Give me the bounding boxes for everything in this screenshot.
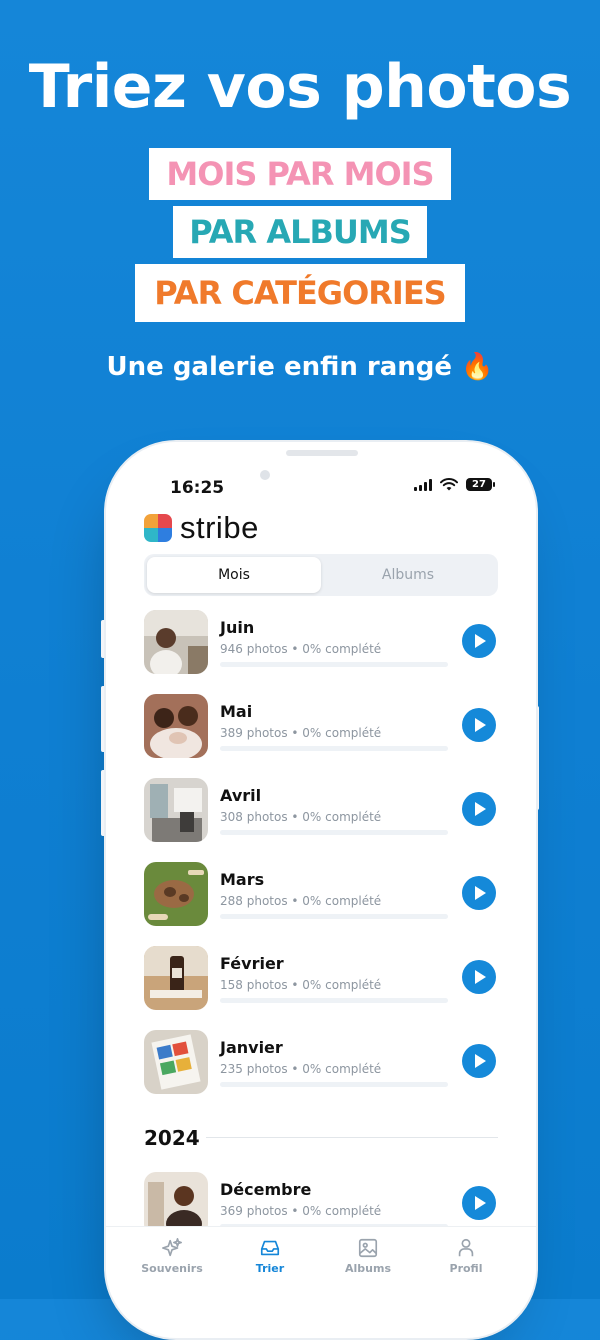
bottom-tab-bar: Souvenirs Trier Albums Profil xyxy=(106,1226,536,1297)
play-button[interactable] xyxy=(462,624,496,658)
month-thumbnail xyxy=(144,610,208,674)
stribe-logo-icon xyxy=(144,514,172,542)
month-row-avril[interactable]: Avril 308 photos • 0% complété xyxy=(106,774,536,858)
month-thumbnail xyxy=(144,1030,208,1094)
month-row-juin[interactable]: Juin 946 photos • 0% complété xyxy=(106,606,536,690)
promo-pill-month: MOIS PAR MOIS xyxy=(149,148,451,200)
month-title: Mars xyxy=(220,870,265,889)
promo-pill-categories: PAR CATÉGORIES xyxy=(135,264,465,322)
month-row-mars[interactable]: Mars 288 photos • 0% complété xyxy=(106,858,536,942)
battery-indicator: 27 xyxy=(466,478,495,491)
segment-mois[interactable]: Mois xyxy=(147,557,321,593)
promo-tagline: Une galerie enfin rangé 🔥 xyxy=(106,352,494,382)
play-button[interactable] xyxy=(462,1044,496,1078)
inbox-icon xyxy=(260,1240,280,1256)
tab-label: Profil xyxy=(449,1262,483,1275)
play-button[interactable] xyxy=(462,792,496,826)
tab-trier[interactable]: Trier xyxy=(222,1237,318,1275)
month-progress-bar xyxy=(220,746,448,751)
tab-label: Trier xyxy=(255,1262,285,1275)
month-title: Janvier xyxy=(220,1038,283,1057)
month-progress-bar xyxy=(220,662,448,667)
month-progress-bar xyxy=(220,830,448,835)
month-meta: 235 photos • 0% complété xyxy=(220,1062,382,1076)
status-time: 16:25 xyxy=(170,478,225,498)
wifi-icon xyxy=(440,478,458,491)
month-title: Février xyxy=(220,954,284,973)
sparkles-icon xyxy=(162,1238,182,1257)
month-meta: 946 photos • 0% complété xyxy=(220,642,382,656)
play-button[interactable] xyxy=(462,876,496,910)
month-progress-bar xyxy=(220,1082,448,1087)
tab-profil[interactable]: Profil xyxy=(418,1237,514,1275)
month-meta: 389 photos • 0% complété xyxy=(220,726,382,740)
month-thumbnail xyxy=(144,694,208,758)
month-meta: 158 photos • 0% complété xyxy=(220,978,382,992)
month-thumbnail xyxy=(144,778,208,842)
month-title: Avril xyxy=(220,786,262,805)
promo-pill-albums: PAR ALBUMS xyxy=(173,206,427,258)
phone-camera xyxy=(260,470,270,480)
signal-icon xyxy=(414,478,432,491)
month-title: Mai xyxy=(220,702,253,721)
tab-albums[interactable]: Albums xyxy=(320,1237,416,1275)
status-indicators: 27 xyxy=(414,478,495,491)
year-divider: 2024 xyxy=(144,1122,498,1152)
tab-label: Souvenirs xyxy=(141,1262,203,1275)
month-title: Décembre xyxy=(220,1180,312,1199)
year-label: 2024 xyxy=(144,1126,200,1150)
segment-albums[interactable]: Albums xyxy=(321,557,495,593)
month-progress-bar xyxy=(220,998,448,1003)
month-row-janvier[interactable]: Janvier 235 photos • 0% complété xyxy=(106,1026,536,1110)
promo-headline: Triez vos photos xyxy=(28,52,572,122)
play-button[interactable] xyxy=(462,960,496,994)
month-meta: 308 photos • 0% complété xyxy=(220,810,382,824)
phone-frame: 16:25 27 stribe Mois Albums Juin 946 pho… xyxy=(104,440,538,1340)
app-logo: stribe xyxy=(144,510,259,546)
tab-label: Albums xyxy=(345,1262,391,1275)
month-thumbnail xyxy=(144,862,208,926)
month-progress-bar xyxy=(220,914,448,919)
month-thumbnail xyxy=(144,946,208,1010)
month-row-fevrier[interactable]: Février 158 photos • 0% complété xyxy=(106,942,536,1026)
phone-speaker xyxy=(286,450,358,456)
play-button[interactable] xyxy=(462,1186,496,1220)
view-segmented-control: Mois Albums xyxy=(144,554,498,596)
image-icon xyxy=(358,1238,378,1258)
app-name: stribe xyxy=(180,510,259,545)
tab-souvenirs[interactable]: Souvenirs xyxy=(124,1237,220,1275)
month-title: Juin xyxy=(220,618,255,637)
month-row-mai[interactable]: Mai 389 photos • 0% complété xyxy=(106,690,536,774)
year-divider-line xyxy=(206,1137,498,1138)
play-button[interactable] xyxy=(462,708,496,742)
month-meta: 369 photos • 0% complété xyxy=(220,1204,382,1218)
user-icon xyxy=(458,1238,474,1257)
month-meta: 288 photos • 0% complété xyxy=(220,894,382,908)
